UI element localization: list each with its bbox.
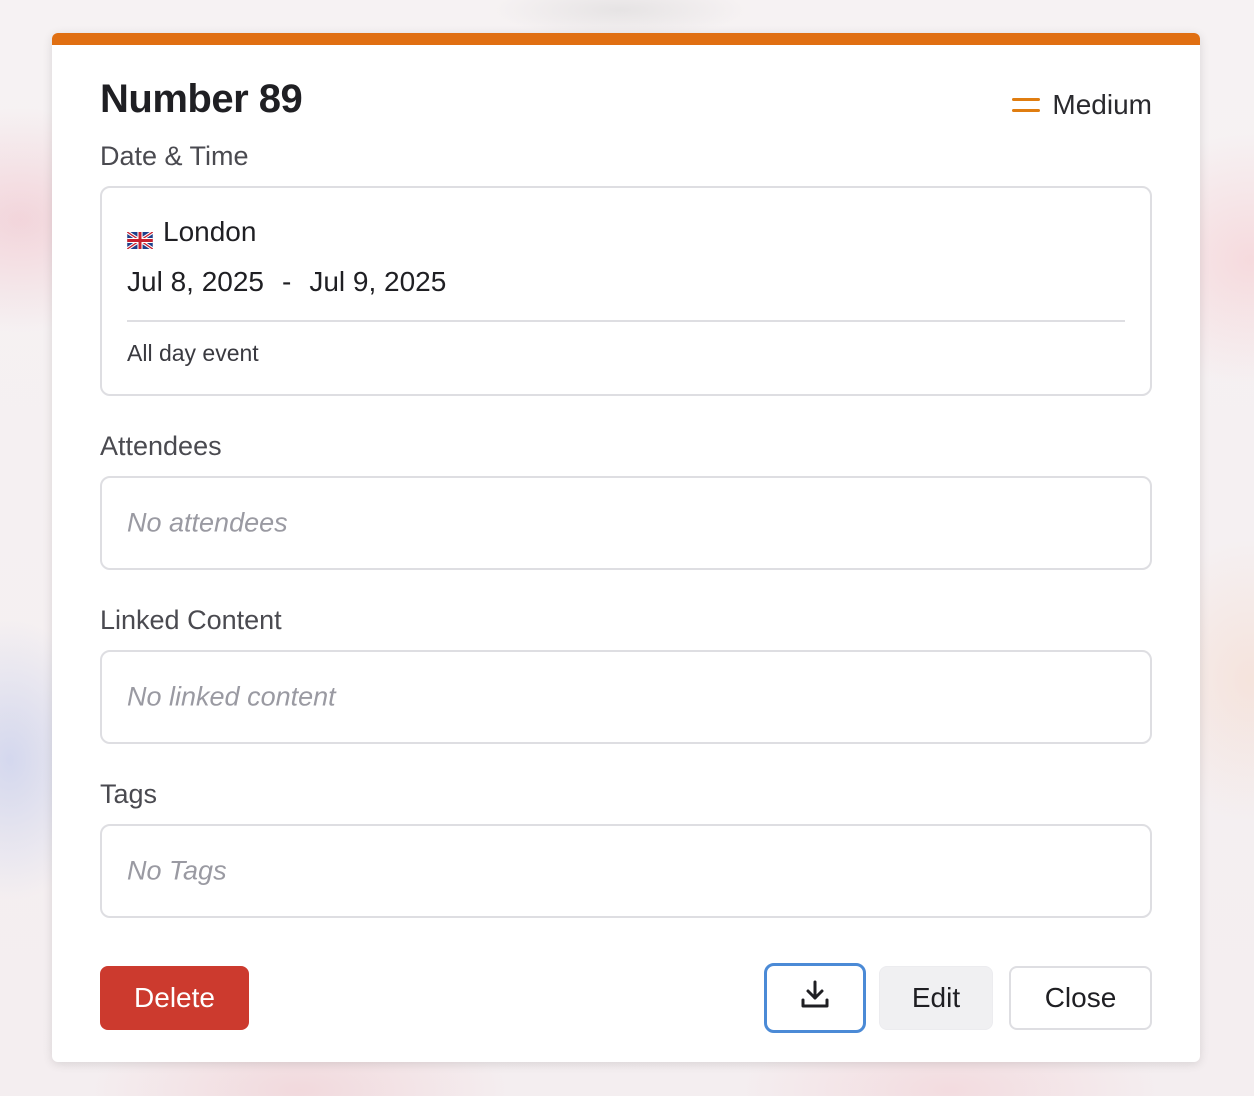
priority-label: Medium [1052,89,1152,120]
priority-indicator: Medium [1012,89,1152,121]
location-name: London [163,216,257,247]
divider [127,320,1125,322]
linked-content-label: Linked Content [100,605,282,635]
attendees-box: No attendees [100,476,1152,570]
edit-button[interactable]: Edit [879,966,993,1030]
priority-accent-bar [52,33,1200,45]
download-button[interactable] [764,963,866,1033]
date-range: Jul 8, 2025 - Jul 9, 2025 [127,266,446,298]
tags-box: No Tags [100,824,1152,918]
event-details-modal: Number 89 Medium Date & Time London Jul … [52,33,1200,1062]
event-title: Number 89 [100,77,303,121]
date-time-box: London Jul 8, 2025 - Jul 9, 2025 All day… [100,186,1152,396]
location: London [126,216,257,250]
download-icon [799,979,831,1018]
all-day-indicator: All day event [127,340,259,366]
attendees-empty-text: No attendees [127,507,288,538]
tags-empty-text: No Tags [127,855,227,886]
date-separator: - [282,266,292,297]
end-date: Jul 9, 2025 [309,266,447,297]
start-date: Jul 8, 2025 [127,266,264,297]
linked-content-empty-text: No linked content [127,681,336,712]
date-time-label: Date & Time [100,141,249,171]
uk-flag-icon [126,224,154,250]
tags-label: Tags [100,779,158,809]
attendees-label: Attendees [100,431,222,461]
delete-button[interactable]: Delete [100,966,249,1030]
equals-priority-icon [1012,98,1041,112]
linked-content-box: No linked content [100,650,1152,744]
close-button[interactable]: Close [1009,966,1152,1030]
